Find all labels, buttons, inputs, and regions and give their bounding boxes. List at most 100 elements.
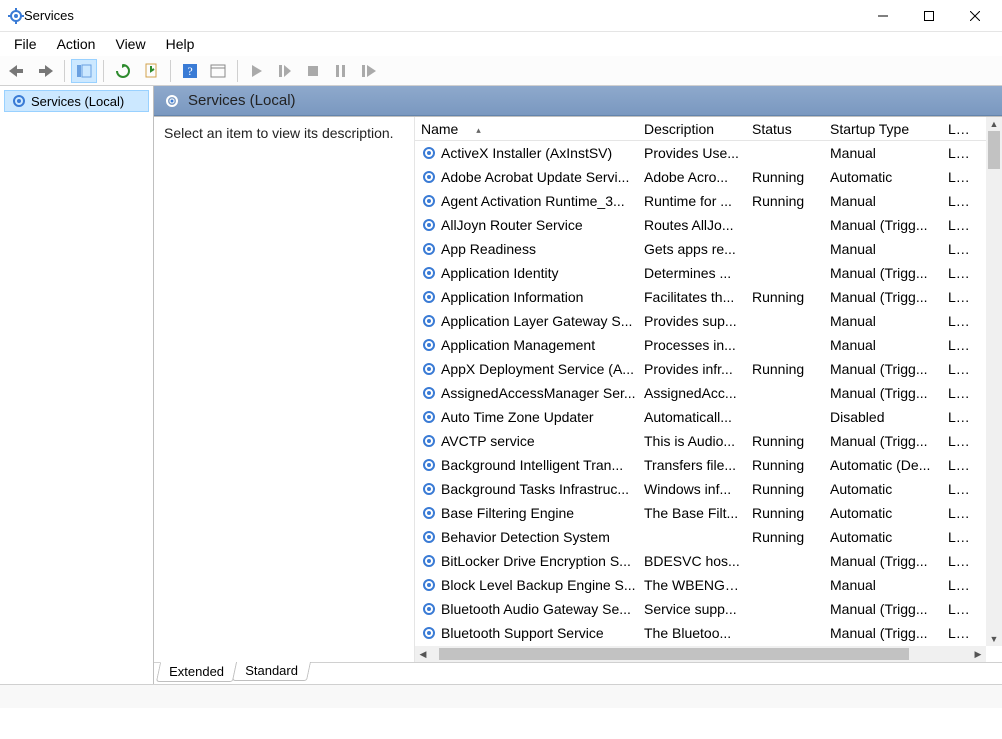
scroll-down-icon[interactable]: ▼: [986, 632, 1002, 646]
tab-extended[interactable]: Extended: [156, 662, 237, 682]
service-row[interactable]: AssignedAccessManager Ser...AssignedAcc.…: [415, 381, 986, 405]
service-gear-icon: [421, 409, 437, 425]
menu-action[interactable]: Action: [47, 34, 106, 54]
scroll-left-icon[interactable]: ◀: [415, 646, 431, 662]
horizontal-scrollbar[interactable]: ◀ ▶: [415, 646, 986, 662]
cell-logon: Loc: [942, 313, 973, 329]
service-gear-icon: [421, 385, 437, 401]
column-header-description[interactable]: Description: [638, 121, 746, 137]
cell-name: AssignedAccessManager Ser...: [415, 385, 638, 401]
cell-logon: Loc: [942, 577, 973, 593]
help-button[interactable]: ?: [177, 59, 203, 83]
forward-button[interactable]: [32, 59, 58, 83]
cell-logon: Loc: [942, 505, 973, 521]
restart-service-button[interactable]: [356, 59, 382, 83]
extended-view: Select an item to view its description. …: [154, 116, 1002, 662]
service-row[interactable]: Application InformationFacilitates th...…: [415, 285, 986, 309]
cell-logon: Loc: [942, 481, 973, 497]
cell-startup: Manual (Trigg...: [824, 385, 942, 401]
toolbar: ?: [0, 56, 1002, 86]
services-gear-icon: [8, 8, 24, 24]
service-gear-icon: [421, 601, 437, 617]
scroll-right-icon[interactable]: ▶: [970, 646, 986, 662]
service-row[interactable]: Base Filtering EngineThe Base Filt...Run…: [415, 501, 986, 525]
cell-description: Runtime for ...: [638, 193, 746, 209]
start-service-button[interactable]: [244, 59, 270, 83]
service-name: ActiveX Installer (AxInstSV): [441, 145, 612, 161]
pause-service-button[interactable]: [328, 59, 354, 83]
service-gear-icon: [421, 241, 437, 257]
console-tree[interactable]: Services (Local): [0, 86, 154, 684]
service-name: Base Filtering Engine: [441, 505, 574, 521]
cell-description: Routes AllJo...: [638, 217, 746, 233]
cell-startup: Manual (Trigg...: [824, 601, 942, 617]
cell-description: The Base Filt...: [638, 505, 746, 521]
back-button[interactable]: [4, 59, 30, 83]
scroll-thumb[interactable]: [439, 648, 909, 660]
column-header-logon[interactable]: Log On As: [942, 121, 973, 137]
service-row[interactable]: AVCTP serviceThis is Audio...RunningManu…: [415, 429, 986, 453]
service-row[interactable]: AllJoyn Router ServiceRoutes AllJo...Man…: [415, 213, 986, 237]
cell-name: Background Intelligent Tran...: [415, 457, 638, 473]
scroll-up-icon[interactable]: ▲: [986, 117, 1002, 131]
service-row[interactable]: Behavior Detection SystemRunningAutomati…: [415, 525, 986, 549]
service-row[interactable]: Background Tasks Infrastruc...Windows in…: [415, 477, 986, 501]
service-row[interactable]: App ReadinessGets apps re...ManualLoc: [415, 237, 986, 261]
resume-service-button[interactable]: [272, 59, 298, 83]
show-hide-tree-button[interactable]: [71, 59, 97, 83]
column-header-name[interactable]: Name ▴: [415, 121, 638, 137]
service-row[interactable]: Bluetooth Support ServiceThe Bluetoo...M…: [415, 621, 986, 645]
vertical-scrollbar[interactable]: ▲ ▼: [986, 117, 1002, 646]
service-name: Background Intelligent Tran...: [441, 457, 623, 473]
service-row[interactable]: Adobe Acrobat Update Servi... Adobe Acro.…: [415, 165, 986, 189]
services-listview[interactable]: Name ▴ Description Status Startup Type L…: [415, 117, 986, 646]
service-row[interactable]: ActiveX Installer (AxInstSV)Provides Use…: [415, 141, 986, 165]
close-button[interactable]: [952, 0, 998, 32]
cell-logon: Loc: [942, 337, 973, 353]
cell-name: Behavior Detection System: [415, 529, 638, 545]
menu-help[interactable]: Help: [156, 34, 205, 54]
cell-name: ActiveX Installer (AxInstSV): [415, 145, 638, 161]
service-name: Bluetooth Support Service: [441, 625, 604, 641]
scroll-thumb[interactable]: [988, 131, 1000, 169]
refresh-button[interactable]: [110, 59, 136, 83]
export-list-button[interactable]: [138, 59, 164, 83]
service-name: Adobe Acrobat Update Servi...: [441, 169, 629, 185]
service-gear-icon: [421, 289, 437, 305]
stop-service-button[interactable]: [300, 59, 326, 83]
service-name: BitLocker Drive Encryption S...: [441, 553, 631, 569]
minimize-button[interactable]: [860, 0, 906, 32]
cell-name: Auto Time Zone Updater: [415, 409, 638, 425]
service-row[interactable]: Agent Activation Runtime_3... Runtime for…: [415, 189, 986, 213]
column-header-startup[interactable]: Startup Type: [824, 121, 942, 137]
cell-logon: Loc: [942, 265, 973, 281]
service-row[interactable]: BitLocker Drive Encryption S...BDESVC ho…: [415, 549, 986, 573]
service-name: Agent Activation Runtime_3...: [441, 193, 625, 209]
service-gear-icon: [421, 481, 437, 497]
service-gear-icon: [421, 193, 437, 209]
menu-file[interactable]: File: [4, 34, 47, 54]
cell-name: Background Tasks Infrastruc...: [415, 481, 638, 497]
column-header-status[interactable]: Status: [746, 121, 824, 137]
cell-description: Adobe Acro...: [638, 169, 746, 185]
service-name: Bluetooth Audio Gateway Se...: [441, 601, 631, 617]
cell-startup: Automatic: [824, 481, 942, 497]
service-row[interactable]: Application IdentityDetermines ...Manual…: [415, 261, 986, 285]
tree-node-services-local[interactable]: Services (Local): [4, 90, 149, 112]
service-row[interactable]: AppX Deployment Service (A...Provides in…: [415, 357, 986, 381]
properties-button[interactable]: [205, 59, 231, 83]
menu-view[interactable]: View: [105, 34, 155, 54]
service-row[interactable]: Application Layer Gateway S...Provides s…: [415, 309, 986, 333]
maximize-button[interactable]: [906, 0, 952, 32]
tab-standard[interactable]: Standard: [232, 662, 311, 681]
service-row[interactable]: Application ManagementProcesses in...Man…: [415, 333, 986, 357]
service-row[interactable]: Bluetooth Audio Gateway Se...Service sup…: [415, 597, 986, 621]
service-row[interactable]: Block Level Backup Engine S...The WBENGI…: [415, 573, 986, 597]
cell-description: Facilitates th...: [638, 289, 746, 305]
service-name: Behavior Detection System: [441, 529, 610, 545]
cell-status: Running: [746, 529, 824, 545]
view-tab-strip: Extended Standard: [154, 662, 1002, 684]
service-name: Application Identity: [441, 265, 559, 281]
service-row[interactable]: Background Intelligent Tran...Transfers …: [415, 453, 986, 477]
service-row[interactable]: Auto Time Zone UpdaterAutomaticall...Dis…: [415, 405, 986, 429]
